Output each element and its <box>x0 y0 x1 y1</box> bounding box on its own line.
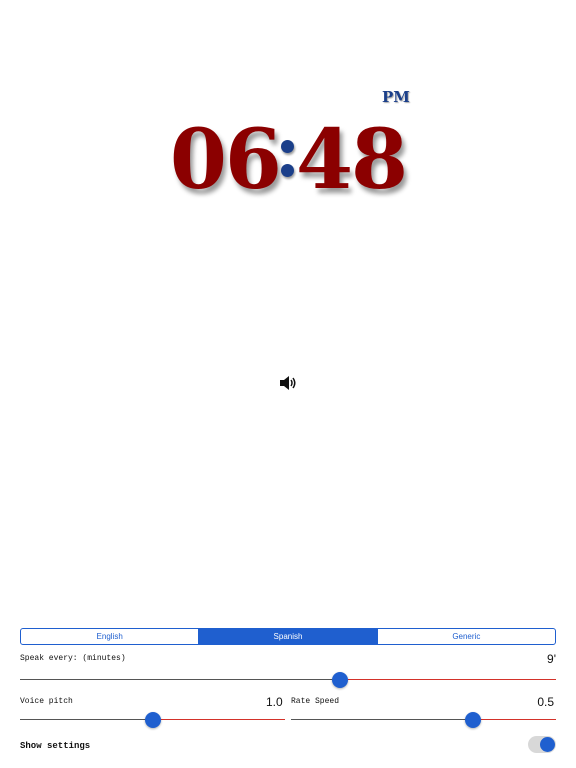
rate-speed-value: 0.5 <box>537 695 554 709</box>
slider-track-min <box>291 719 474 720</box>
rate-speed-slider[interactable] <box>291 710 556 730</box>
voice-pitch-slider[interactable] <box>20 710 285 730</box>
slider-track-max <box>340 679 556 680</box>
slider-track-max <box>152 719 285 720</box>
speaker-icon[interactable] <box>279 374 297 392</box>
ampm-indicator: PM <box>382 88 410 106</box>
segment-spanish[interactable]: Spanish <box>199 629 378 644</box>
slider-track-min <box>20 679 340 680</box>
speak-every-label: Speak every: (minutes) <box>20 654 126 663</box>
clock-display: 06 48 <box>0 112 576 208</box>
show-settings-label: Show settings <box>20 741 91 751</box>
slider-thumb[interactable] <box>465 712 482 728</box>
voice-pitch-value: 1.0 <box>266 695 283 709</box>
speak-every-value: 9' <box>547 652 556 666</box>
speak-every-slider[interactable] <box>20 670 556 690</box>
slider-track-min <box>20 719 153 720</box>
language-segmented-control: English Spanish Generic <box>20 628 556 645</box>
toggle-knob <box>540 737 555 752</box>
clock-minutes: 48 <box>296 112 408 208</box>
segment-generic[interactable]: Generic <box>378 629 555 644</box>
segment-english[interactable]: English <box>21 629 200 644</box>
clock-colon <box>278 130 298 190</box>
slider-track-max <box>473 719 556 720</box>
clock-hours: 06 <box>169 112 282 208</box>
voice-pitch-label: Voice pitch <box>20 697 73 706</box>
show-settings-toggle[interactable] <box>528 736 556 753</box>
slider-thumb[interactable] <box>332 672 348 688</box>
slider-thumb[interactable] <box>144 712 161 728</box>
rate-speed-label: Rate Speed <box>291 697 340 706</box>
